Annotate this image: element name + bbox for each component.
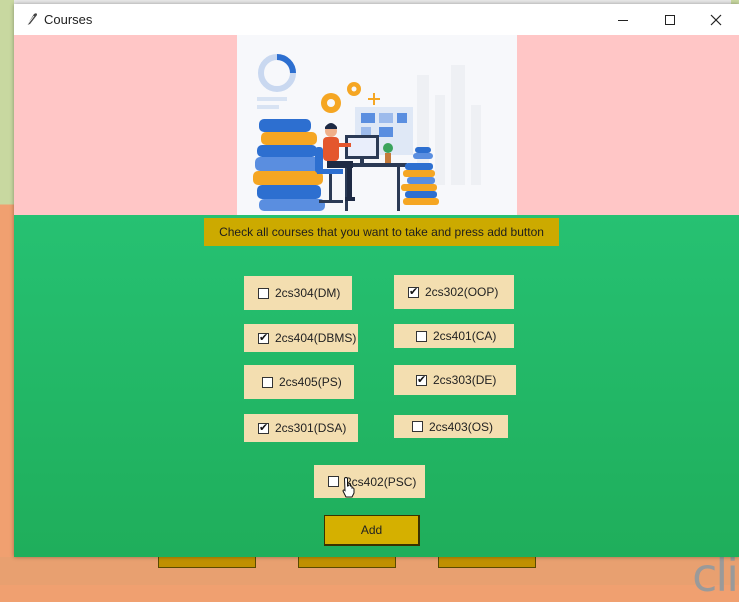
course-checkbox-2cs402[interactable]: 2cs402(PSC) xyxy=(314,465,425,498)
course-checkbox-2cs403[interactable]: 2cs403(OS) xyxy=(394,415,508,438)
checkbox-checked-icon xyxy=(258,331,269,344)
minimize-button[interactable] xyxy=(600,4,646,35)
courses-panel xyxy=(14,215,739,557)
checkbox-checked-icon xyxy=(408,285,419,298)
course-checkbox-2cs303[interactable]: 2cs303(DE) xyxy=(394,365,516,395)
maximize-icon xyxy=(665,14,675,25)
checkbox-checked-icon xyxy=(416,373,427,386)
course-label: 2cs405(PS) xyxy=(279,375,342,389)
course-label: 2cs401(CA) xyxy=(433,329,497,343)
course-checkbox-2cs301[interactable]: 2cs301(DSA) xyxy=(244,414,358,442)
checkbox-icon xyxy=(262,376,273,388)
course-label: 2cs302(OOP) xyxy=(425,285,499,299)
background-window-edge xyxy=(0,0,14,585)
add-button[interactable]: Add xyxy=(324,515,420,546)
course-checkbox-2cs302[interactable]: 2cs302(OOP) xyxy=(394,275,514,309)
window-title: Courses xyxy=(44,12,93,27)
course-checkbox-2cs405[interactable]: 2cs405(PS) xyxy=(244,365,354,399)
courses-window: Courses Check all courses that you want … xyxy=(14,4,739,557)
course-label: 2cs301(DSA) xyxy=(275,421,347,435)
course-label: 2cs403(OS) xyxy=(429,419,494,434)
course-checkbox-2cs401[interactable]: 2cs401(CA) xyxy=(394,324,514,348)
checkbox-icon xyxy=(258,287,269,299)
study-illustration xyxy=(237,35,517,215)
close-icon xyxy=(710,14,722,25)
checkbox-checked-icon xyxy=(258,421,269,434)
course-label: 2cs304(DM) xyxy=(275,286,341,300)
maximize-button[interactable] xyxy=(647,4,693,35)
checkbox-icon xyxy=(416,330,427,342)
instruction-label: Check all courses that you want to take … xyxy=(204,218,559,246)
window-content: Check all courses that you want to take … xyxy=(14,35,739,557)
course-checkbox-2cs404[interactable]: 2cs404(DBMS) xyxy=(244,324,358,352)
course-label: 2cs303(DE) xyxy=(433,373,497,387)
course-label: 2cs404(DBMS) xyxy=(275,331,357,345)
background-button xyxy=(438,557,536,568)
checkbox-icon xyxy=(412,421,423,432)
background-button xyxy=(158,557,256,568)
title-bar[interactable]: Courses xyxy=(14,4,739,35)
hand-cursor-icon xyxy=(342,476,355,498)
minimize-icon xyxy=(618,19,628,21)
close-button[interactable] xyxy=(693,4,739,35)
course-checkbox-2cs304[interactable]: 2cs304(DM) xyxy=(244,276,352,310)
background-button xyxy=(298,557,396,568)
checkbox-icon xyxy=(328,476,339,487)
feather-icon xyxy=(26,13,37,26)
